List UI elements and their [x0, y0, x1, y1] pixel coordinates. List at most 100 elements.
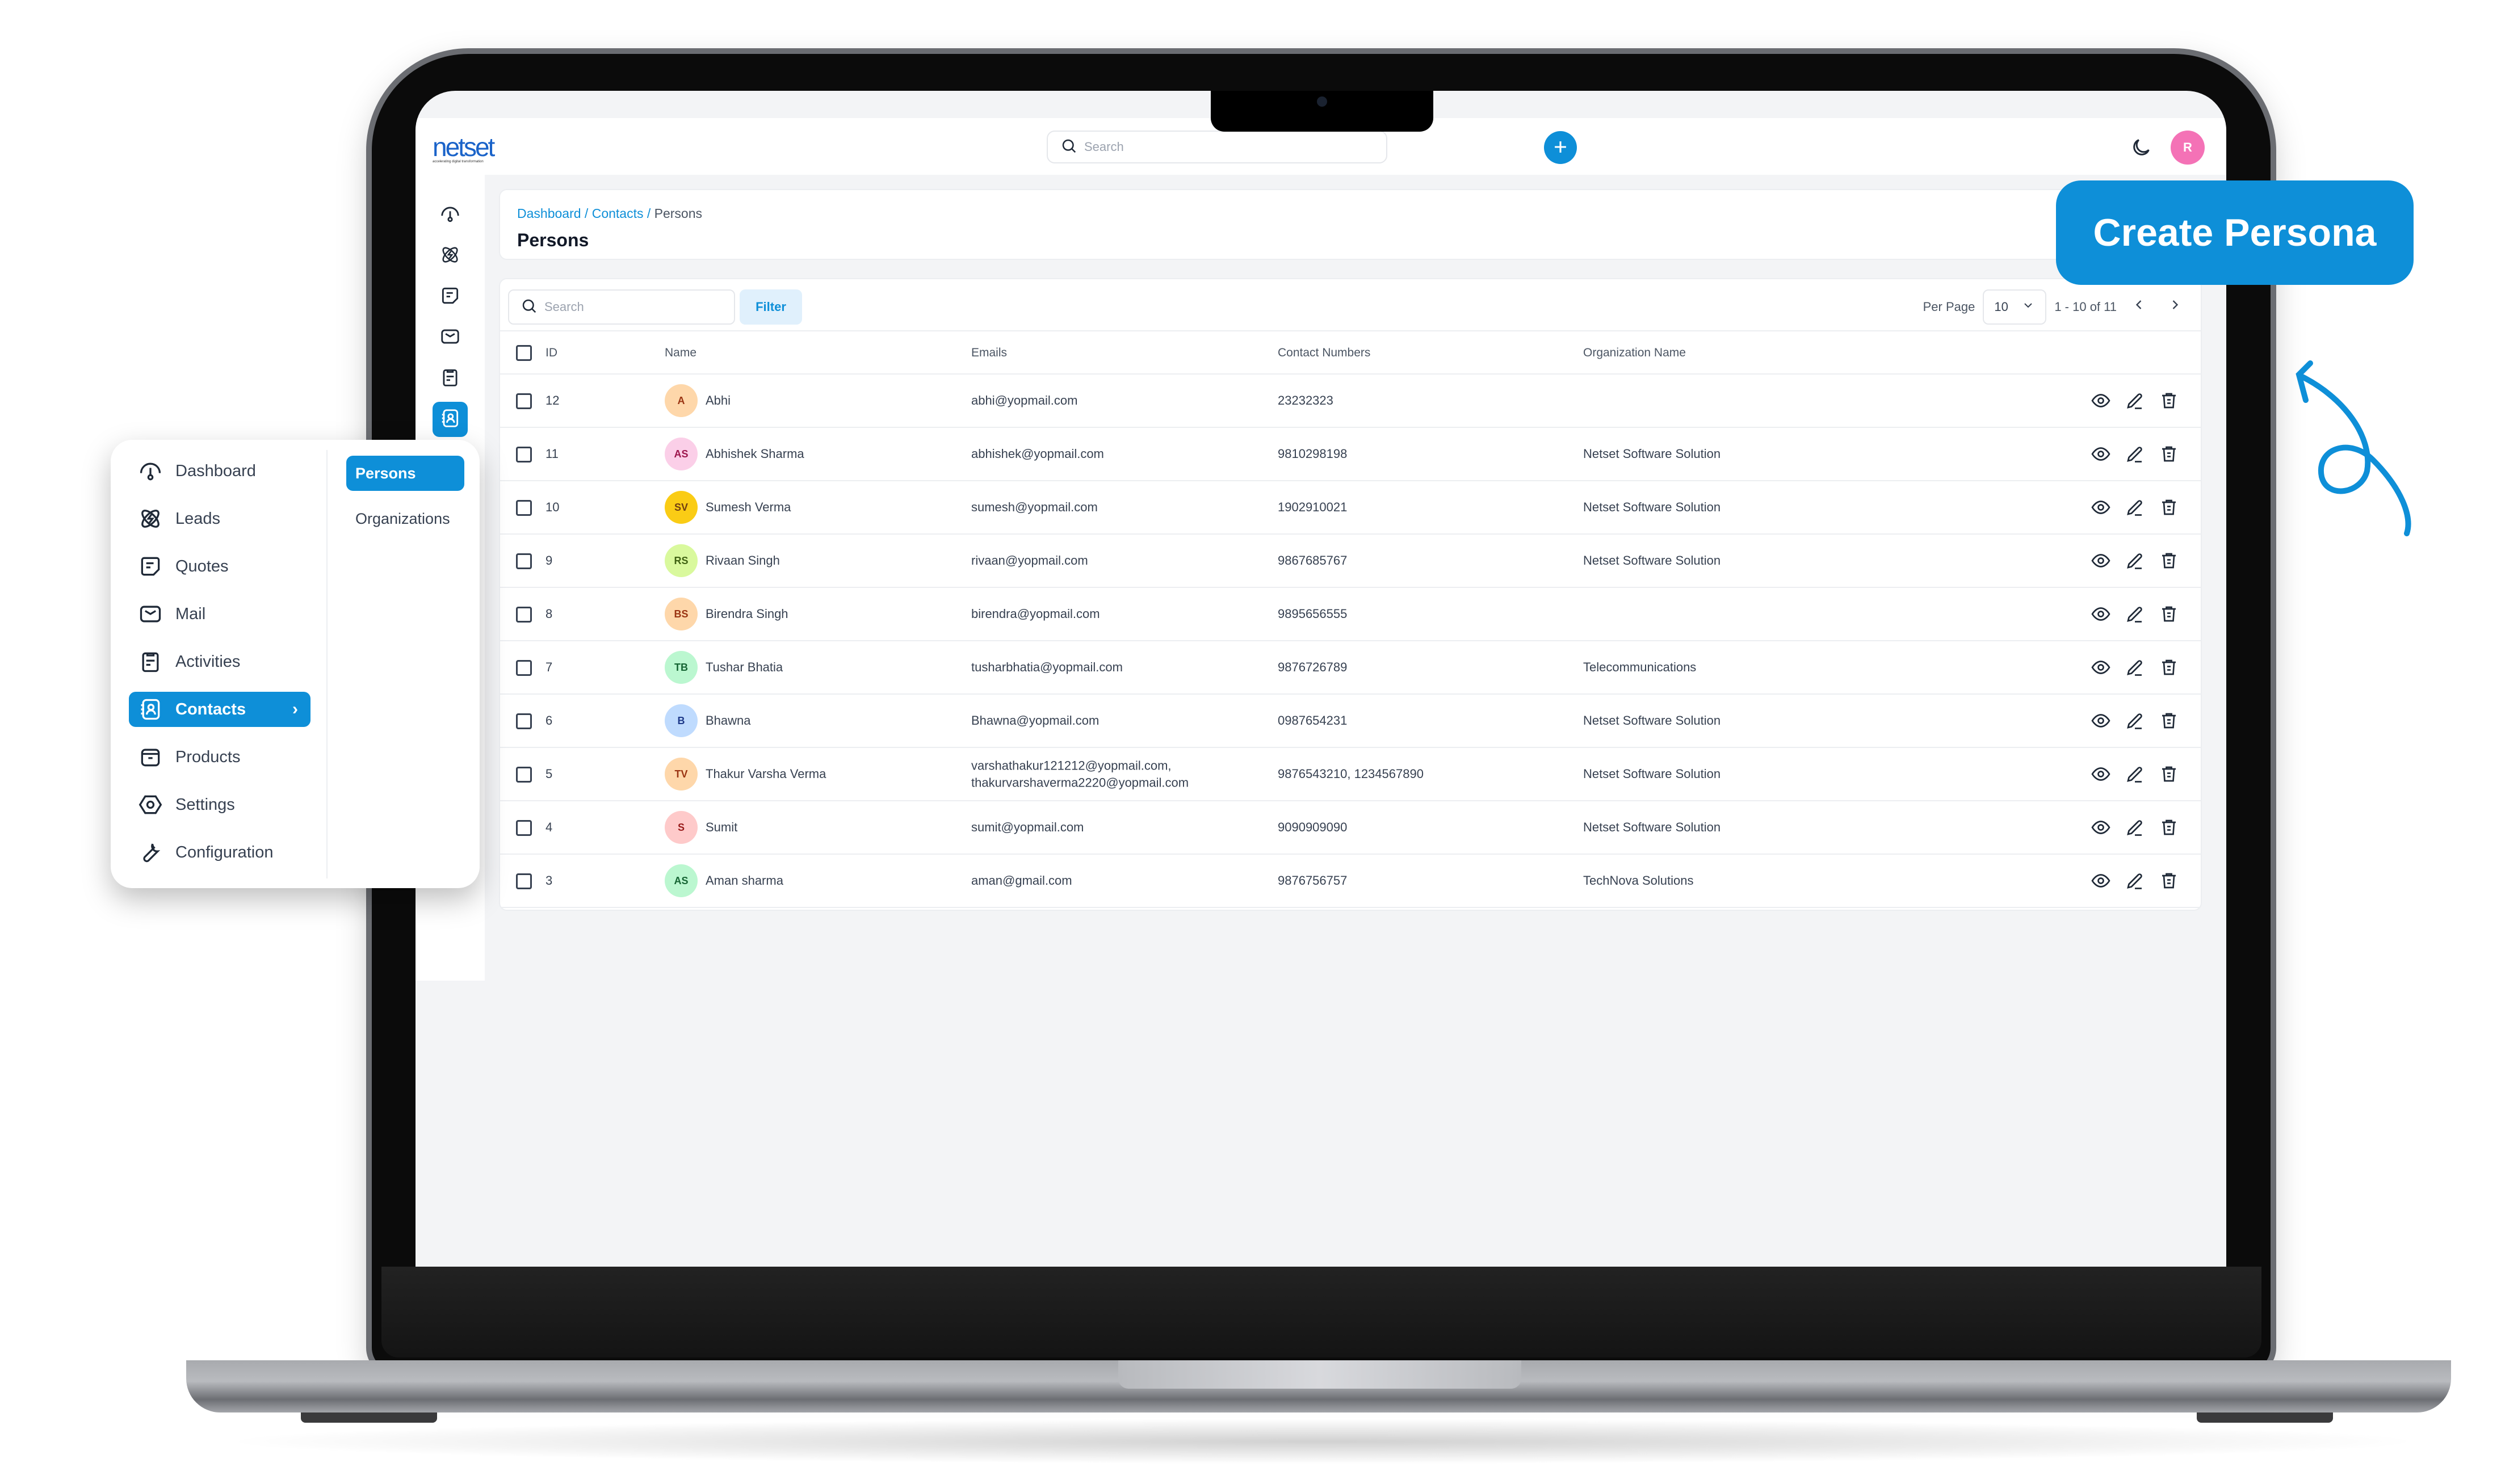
table-search-input[interactable] [544, 300, 726, 314]
column-header-id[interactable]: ID [545, 346, 557, 360]
cell-name[interactable]: Sumesh Verma [706, 499, 791, 516]
table-row[interactable]: 7 TB Tushar Bhatia tusharbhatia@yopmail.… [500, 641, 2201, 695]
cell-name[interactable]: Tushar Bhatia [706, 659, 783, 676]
table-row[interactable]: 11 AS Abhishek Sharma abhishek@yopmail.c… [500, 428, 2201, 481]
column-header-name[interactable]: Name [665, 346, 696, 360]
trash-icon[interactable] [2159, 550, 2179, 571]
cell-name[interactable]: Birendra Singh [706, 606, 788, 623]
rail-item-contacts[interactable] [433, 402, 468, 437]
row-checkbox[interactable] [516, 767, 532, 783]
eye-icon[interactable] [2091, 711, 2111, 731]
eye-icon[interactable] [2091, 657, 2111, 678]
table-row[interactable]: 3 AS Aman sharma aman@gmail.com 98767567… [500, 855, 2201, 908]
row-checkbox[interactable] [516, 393, 532, 409]
row-checkbox[interactable] [516, 553, 532, 569]
trash-icon[interactable] [2159, 604, 2179, 624]
quick-add-button[interactable] [1544, 131, 1577, 164]
create-persona-callout[interactable]: Create Persona [2056, 180, 2414, 285]
submenu-item-persons[interactable]: Persons [346, 456, 464, 491]
rail-item-quotes[interactable] [433, 279, 468, 314]
eye-icon[interactable] [2091, 497, 2111, 518]
cell-name[interactable]: Aman sharma [706, 872, 783, 889]
rail-item-mail[interactable] [433, 320, 468, 355]
breadcrumb-dashboard[interactable]: Dashboard [517, 206, 581, 221]
pencil-icon[interactable] [2125, 711, 2145, 731]
column-header-emails[interactable]: Emails [971, 346, 1007, 360]
column-header-contact-numbers[interactable]: Contact Numbers [1278, 346, 1370, 360]
row-checkbox[interactable] [516, 500, 532, 516]
row-checkbox[interactable] [516, 873, 532, 889]
menu-item-quotes[interactable]: Quotes [129, 549, 310, 584]
eye-icon[interactable] [2091, 764, 2111, 784]
row-checkbox[interactable] [516, 660, 532, 676]
global-search-input[interactable] [1084, 140, 1368, 154]
pencil-icon[interactable] [2125, 390, 2145, 411]
menu-item-configuration[interactable]: Configuration [129, 835, 310, 870]
filter-button[interactable]: Filter [740, 289, 802, 325]
trash-icon[interactable] [2159, 657, 2179, 678]
row-checkbox[interactable] [516, 713, 532, 729]
pencil-icon[interactable] [2125, 444, 2145, 464]
pencil-icon[interactable] [2125, 871, 2145, 891]
menu-item-mail[interactable]: Mail [129, 596, 310, 632]
table-row[interactable]: 9 RS Rivaan Singh rivaan@yopmail.com 986… [500, 535, 2201, 588]
menu-item-leads[interactable]: Leads [129, 501, 310, 536]
eye-icon[interactable] [2091, 871, 2111, 891]
pencil-icon[interactable] [2125, 497, 2145, 518]
menu-item-settings[interactable]: Settings [129, 787, 310, 822]
brand-logo[interactable]: netset [433, 134, 495, 160]
table-row[interactable]: 6 B Bhawna Bhawna@yopmail.com 0987654231… [500, 695, 2201, 748]
rail-item-dashboard[interactable] [433, 197, 468, 233]
per-page-select[interactable]: 10 [1983, 289, 2047, 325]
menu-item-contacts[interactable]: Contacts › [129, 692, 310, 727]
next-page-button[interactable] [2161, 293, 2189, 321]
menu-item-products[interactable]: Products [129, 739, 310, 775]
eye-icon[interactable] [2091, 390, 2111, 411]
row-checkbox[interactable] [516, 447, 532, 463]
table-search[interactable] [508, 289, 735, 325]
trash-icon[interactable] [2159, 817, 2179, 838]
menu-item-dashboard[interactable]: Dashboard [129, 453, 310, 489]
table-row[interactable]: 5 TV Thakur Varsha Verma varshathakur121… [500, 748, 2201, 801]
eye-icon[interactable] [2091, 550, 2111, 571]
trash-icon[interactable] [2159, 764, 2179, 784]
global-search[interactable] [1047, 131, 1387, 163]
pencil-icon[interactable] [2125, 764, 2145, 784]
pencil-icon[interactable] [2125, 657, 2145, 678]
cell-name[interactable]: Abhi [706, 392, 731, 409]
row-checkbox[interactable] [516, 607, 532, 623]
cell-name[interactable]: Thakur Varsha Verma [706, 766, 826, 783]
cell-name[interactable]: Bhawna [706, 712, 751, 729]
cell-name[interactable]: Rivaan Singh [706, 552, 780, 569]
cell-email: varshathakur121212@yopmail.com, thakurvar… [971, 757, 1189, 791]
trash-icon[interactable] [2159, 497, 2179, 518]
table-row[interactable]: 10 SV Sumesh Verma sumesh@yopmail.com 19… [500, 481, 2201, 535]
trash-icon[interactable] [2159, 711, 2179, 731]
menu-item-activities[interactable]: Activities [129, 644, 310, 679]
trash-icon[interactable] [2159, 444, 2179, 464]
column-header-organization[interactable]: Organization Name [1583, 346, 1686, 360]
breadcrumb-contacts[interactable]: Contacts [592, 206, 644, 221]
prev-page-button[interactable] [2125, 293, 2153, 321]
trash-icon[interactable] [2159, 871, 2179, 891]
pencil-icon[interactable] [2125, 604, 2145, 624]
cell-name[interactable]: Sumit [706, 819, 737, 836]
user-avatar[interactable]: R [2171, 131, 2205, 165]
table-row[interactable]: 4 S Sumit sumit@yopmail.com 9090909090 N… [500, 801, 2201, 855]
eye-icon[interactable] [2091, 604, 2111, 624]
submenu-item-organizations[interactable]: Organizations [346, 501, 464, 536]
pencil-icon[interactable] [2125, 550, 2145, 571]
cell-name[interactable]: Abhishek Sharma [706, 445, 804, 463]
table-row[interactable]: 12 A Abhi abhi@yopmail.com 23232323 [500, 375, 2201, 428]
row-checkbox[interactable] [516, 820, 532, 836]
moon-icon[interactable] [2130, 136, 2152, 159]
trash-icon[interactable] [2159, 390, 2179, 411]
select-all-checkbox[interactable] [516, 345, 532, 361]
rail-item-activities[interactable] [433, 361, 468, 396]
rail-item-leads[interactable] [433, 238, 468, 274]
pencil-icon[interactable] [2125, 817, 2145, 838]
eye-icon[interactable] [2091, 444, 2111, 464]
table-row[interactable]: 8 BS Birendra Singh birendra@yopmail.com… [500, 588, 2201, 641]
eye-icon[interactable] [2091, 817, 2111, 838]
chevron-right-icon: › [292, 700, 298, 718]
